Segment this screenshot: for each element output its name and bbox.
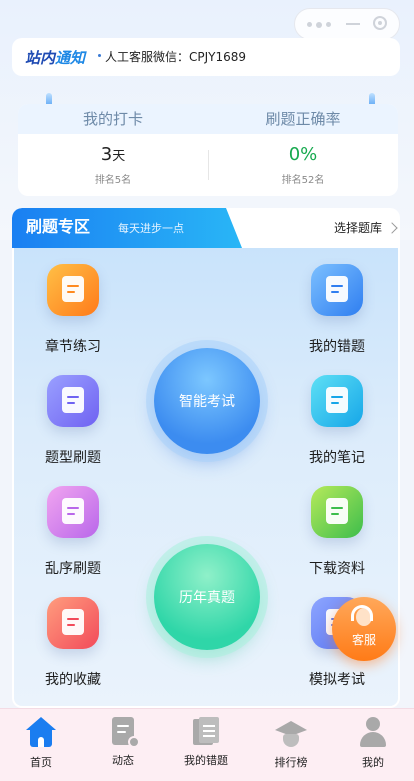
stats-card: 我的打卡 刷题正确率 3天 排名5名 0% 排名52名: [18, 104, 398, 196]
customer-service-button[interactable]: 客服: [332, 597, 396, 661]
favorites-item[interactable]: 我的收藏: [28, 597, 118, 689]
accuracy-value: 0%: [288, 144, 318, 165]
tab-feed[interactable]: 动态: [88, 717, 158, 768]
wrong-questions-item[interactable]: 我的错题: [292, 264, 382, 356]
tab-wrong-questions[interactable]: 我的错题: [171, 717, 241, 768]
checkin-value: 3: [100, 144, 113, 165]
chapter-practice-item[interactable]: 章节练习: [28, 264, 118, 356]
user-icon: [357, 717, 389, 747]
tab-label: 我的: [362, 756, 384, 769]
tab-ranking[interactable]: 排行榜: [256, 717, 326, 770]
random-practice-item[interactable]: 乱序刷题: [28, 486, 118, 578]
service-label: 客服: [351, 633, 376, 647]
tab-label: 首页: [30, 756, 52, 769]
doc-search-icon: [112, 717, 140, 748]
edit-note-icon: [311, 375, 363, 427]
zone-subtitle: 每天进步一点: [118, 222, 184, 235]
more-icon[interactable]: [307, 21, 331, 28]
accuracy-stat[interactable]: 0% 排名52名: [208, 134, 398, 196]
choose-bank-label: 选择题库: [333, 221, 382, 235]
tab-label: 我的错题: [184, 754, 228, 767]
tab-label: 动态: [112, 754, 134, 767]
chevron-right-icon: [386, 221, 398, 234]
item-label: 章节练习: [45, 339, 101, 355]
accuracy-title: 刷题正确率: [265, 110, 341, 128]
smart-exam-button[interactable]: 智能考试: [154, 348, 260, 454]
tab-home[interactable]: 首页: [6, 717, 76, 770]
accuracy-rank: 排名52名: [281, 175, 325, 186]
book-icon: [47, 264, 99, 316]
tab-bar: 首页 动态 我的错题 排行榜 我的: [0, 708, 414, 781]
book-stack-icon: [193, 717, 219, 745]
close-target-icon[interactable]: [373, 16, 387, 30]
minimize-icon[interactable]: [346, 23, 360, 25]
notice-text: 人工客服微信：CPJY1689: [105, 50, 247, 64]
item-label: 我的错题: [309, 339, 365, 355]
checkin-stat[interactable]: 3天 排名5名: [18, 134, 208, 196]
download-item[interactable]: 下载资料: [292, 486, 382, 578]
past-exams-button[interactable]: 历年真题: [154, 544, 260, 650]
clipboard-check-icon: [311, 486, 363, 538]
mini-program-capsule[interactable]: [294, 8, 400, 40]
stats-header: 我的打卡 刷题正确率: [18, 104, 398, 134]
refresh-doc-icon: [47, 375, 99, 427]
item-label: 题型刷题: [45, 450, 101, 466]
stats-divider: [208, 150, 209, 180]
choose-bank-link[interactable]: 选择题库: [333, 219, 398, 236]
home-icon: [25, 717, 57, 747]
checkin-rank: 排名5名: [94, 175, 132, 186]
graduation-cap-icon: [275, 717, 307, 747]
notice-dot: [98, 54, 101, 57]
error-doc-icon: [311, 264, 363, 316]
list-doc-icon: [47, 486, 99, 538]
item-label: 下载资料: [309, 561, 365, 577]
item-label: 模拟考试: [309, 672, 365, 688]
checkin-title: 我的打卡: [82, 110, 143, 128]
checkin-unit: 天: [112, 149, 126, 164]
type-practice-item[interactable]: 题型刷题: [28, 375, 118, 467]
notice-bar[interactable]: 站内通知 人工客服微信：CPJY1689: [12, 38, 400, 76]
item-label: 我的收藏: [45, 672, 101, 688]
item-label: 乱序刷题: [45, 561, 101, 577]
star-doc-icon: [47, 597, 99, 649]
item-label: 我的笔记: [309, 450, 365, 466]
notes-item[interactable]: 我的笔记: [292, 375, 382, 467]
tab-profile[interactable]: 我的: [338, 717, 408, 770]
headset-icon: [350, 605, 378, 629]
tab-label: 排行榜: [274, 756, 308, 769]
zone-title: 刷题专区: [26, 217, 91, 236]
notice-logo: 站内通知: [25, 49, 86, 67]
